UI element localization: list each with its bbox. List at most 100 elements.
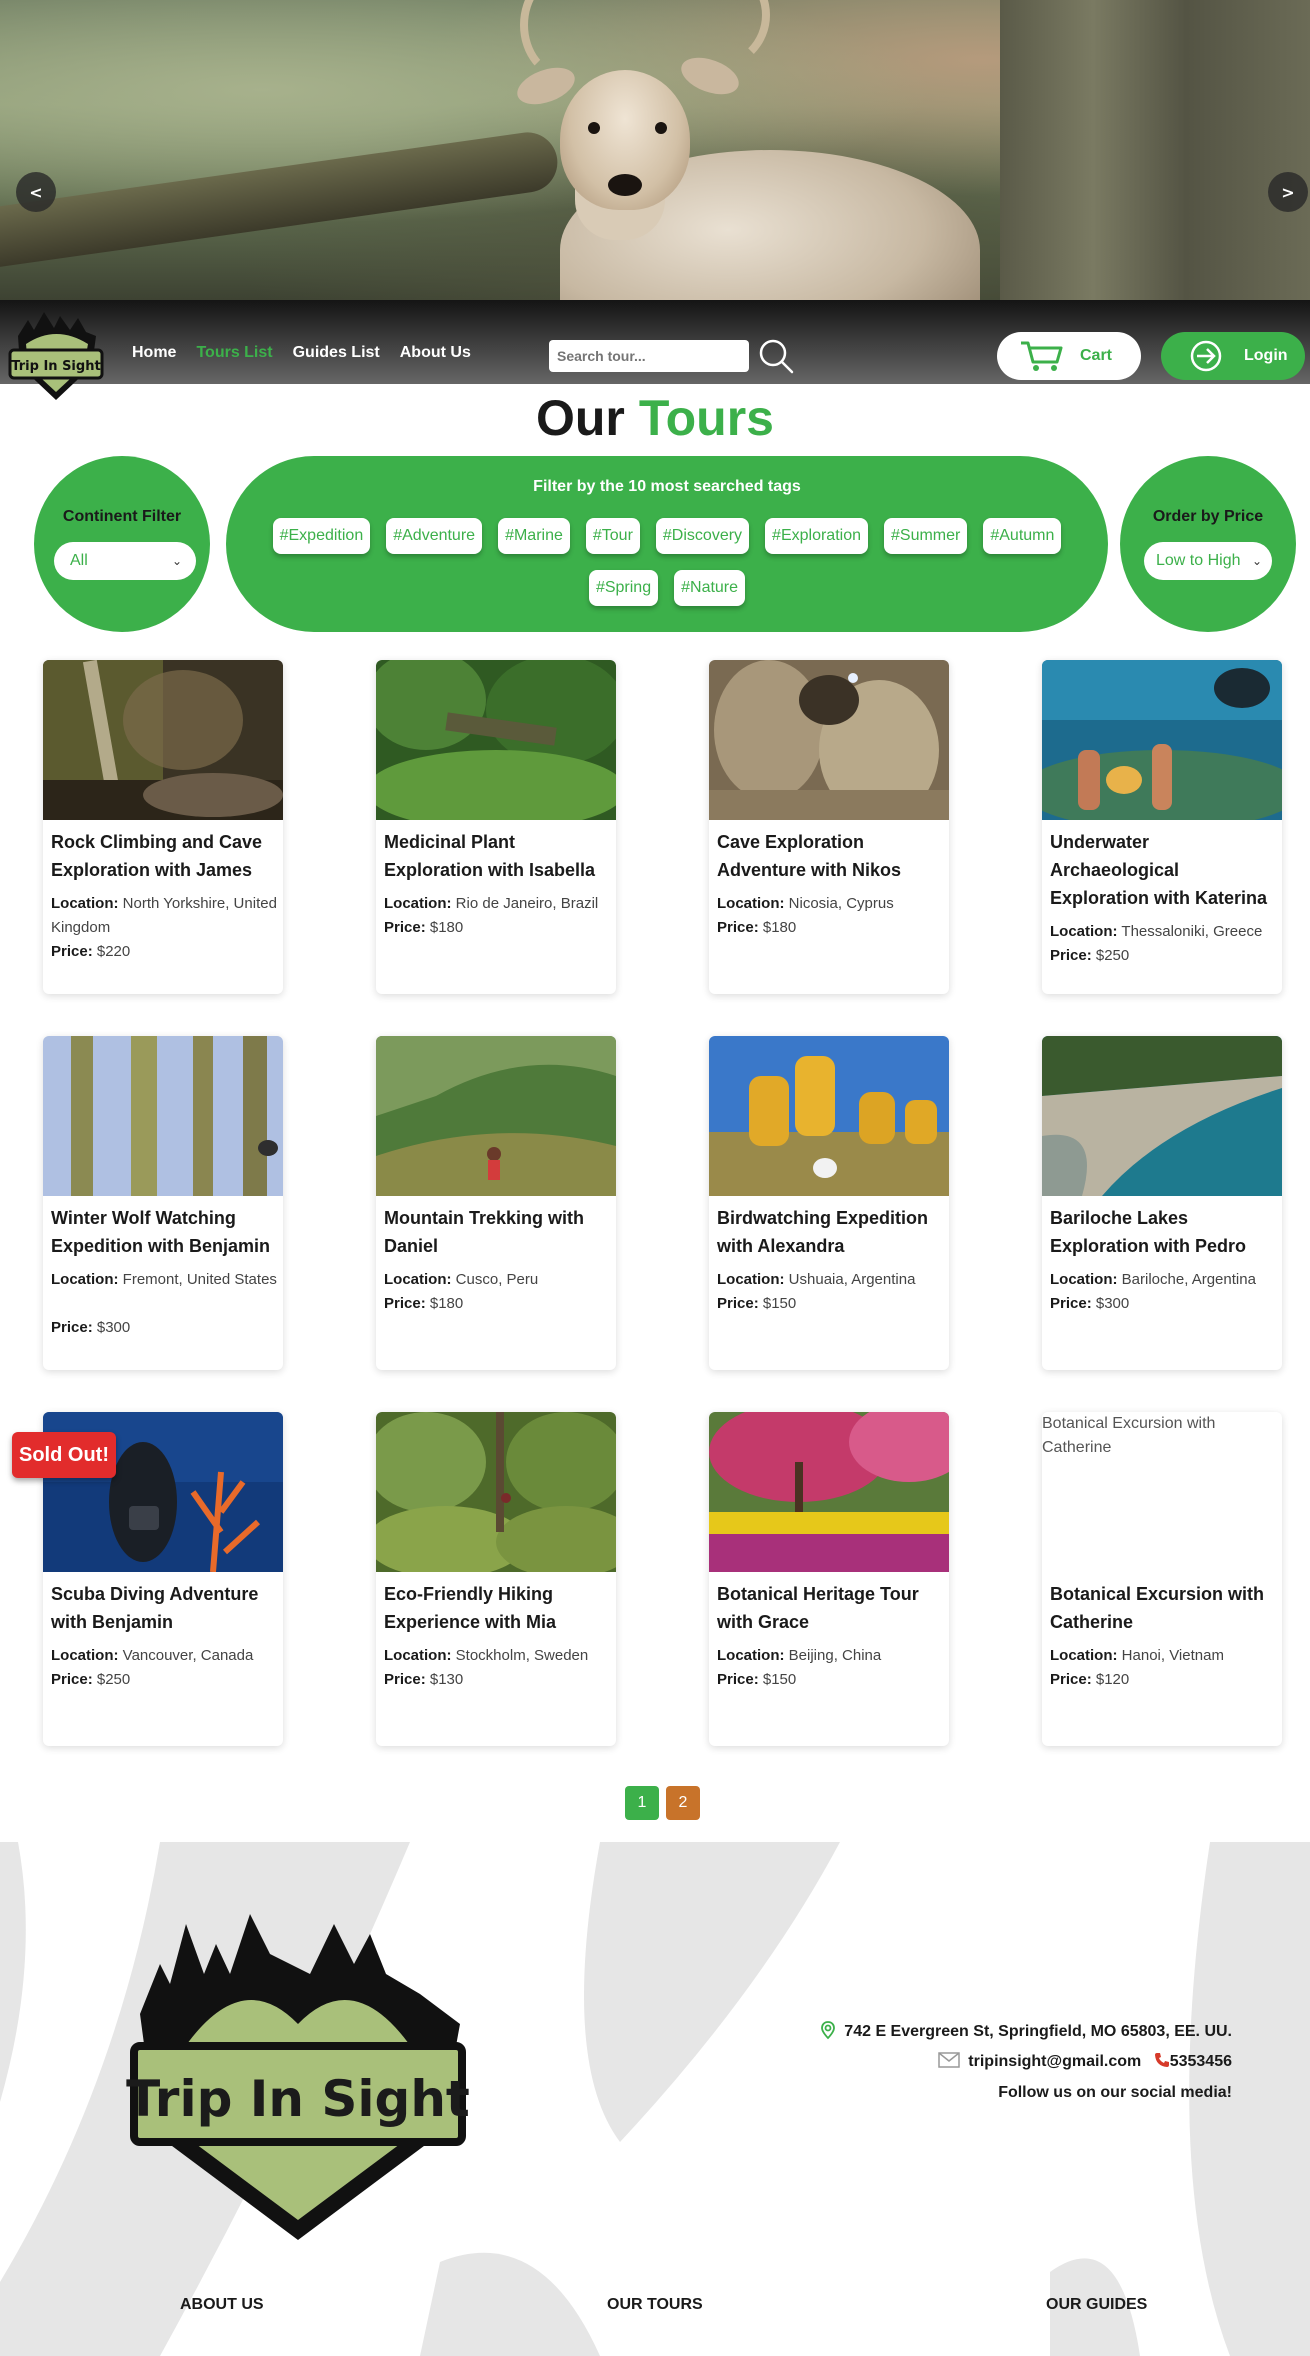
footer-phone: 5353456 [1169, 2053, 1232, 2070]
carousel-next-button[interactable]: > [1268, 172, 1308, 212]
price-order-filter: Order by Price Low to High ⌄ [1120, 456, 1296, 632]
tags-filter-title: Filter by the 10 most searched tags [533, 478, 801, 495]
tour-price: Price: $120 [1050, 1671, 1130, 1688]
tag-summer[interactable]: #Summer [884, 518, 968, 554]
footer-brand-logo: Trip In Sight [126, 1914, 470, 2240]
tour-location: Location: Stockholm, Sweden [384, 1647, 589, 1664]
tag-exploration[interactable]: #Exploration [765, 518, 868, 554]
nav-guides-list[interactable]: Guides List [293, 344, 380, 362]
page-2-button[interactable]: 2 [666, 1786, 700, 1820]
footer-social-text: Follow us on our social media! [998, 2084, 1232, 2101]
tour-title: Cave Exploration Adventure with Nikos [717, 832, 902, 880]
tour-card[interactable]: Botanical Heritage Tour with Grace Locat… [709, 1412, 949, 1746]
tour-location: Location: Ushuaia, Argentina [717, 1271, 916, 1288]
tag-spring[interactable]: #Spring [588, 570, 659, 606]
cart-button[interactable]: Cart [997, 332, 1141, 380]
tag-expedition[interactable]: #Expedition [272, 518, 371, 554]
tag-nature[interactable]: #Nature [674, 570, 746, 606]
tag-adventure[interactable]: #Adventure [386, 518, 483, 554]
price-order-label: Order by Price [1152, 508, 1264, 525]
tour-location: Location: Beijing, China [717, 1647, 882, 1664]
tour-title: Birdwatching Expedition with Alexandra [717, 1208, 929, 1256]
tour-price: Price: $180 [384, 919, 464, 936]
tour-title: Underwater Archaeological Exploration wi… [1050, 832, 1268, 908]
tag-list: #Expedition #Adventure #Marine #Tour #Di… [266, 518, 1068, 606]
tag-autumn[interactable]: #Autumn [983, 518, 1062, 554]
tour-image [1042, 660, 1282, 820]
chevron-down-icon: ⌄ [1251, 554, 1262, 568]
tag-discovery[interactable]: #Discovery [655, 518, 750, 554]
chevron-down-icon: ⌄ [171, 554, 182, 568]
tags-filter-panel: Filter by the 10 most searched tags #Exp… [226, 456, 1108, 632]
tour-image [376, 1036, 616, 1196]
tour-card[interactable]: Winter Wolf Watching Expedition with Ben… [43, 1036, 283, 1370]
tour-card[interactable]: Medicinal Plant Exploration with Isabell… [376, 660, 616, 994]
tour-location: Location: Thessaloniki, Greece [1050, 923, 1263, 940]
tour-title: Botanical Excursion with Catherine [1050, 1584, 1265, 1632]
footer-about-us-link[interactable]: ABOUT US [180, 2296, 264, 2314]
tour-title: Winter Wolf Watching Expedition with Ben… [51, 1208, 271, 1256]
tour-image [376, 660, 616, 820]
nav-home[interactable]: Home [132, 344, 176, 362]
phone-icon [1154, 2053, 1169, 2067]
continent-filter: Continent Filter All ⌄ [34, 456, 210, 632]
tour-card[interactable]: Mountain Trekking with Daniel Location: … [376, 1036, 616, 1370]
footer-address: 742 E Evergreen St, Springfield, MO 6580… [818, 2020, 1232, 2041]
tour-title: Medicinal Plant Exploration with Isabell… [384, 832, 596, 880]
tour-card[interactable]: Birdwatching Expedition with Alexandra L… [709, 1036, 949, 1370]
brand-name: Trip In Sight [11, 359, 100, 374]
tour-title: Bariloche Lakes Exploration with Pedro [1050, 1208, 1247, 1256]
tour-title: Rock Climbing and Cave Exploration with … [51, 832, 263, 880]
image-alt-text: Botanical Excursion with Catherine [1042, 1415, 1216, 1456]
tour-location: Location: Fremont, United States [51, 1271, 277, 1288]
tour-location: Location: Cusco, Peru [384, 1271, 539, 1288]
tour-price: Price: $130 [384, 1671, 464, 1688]
footer-email[interactable]: tripinsight@gmail.com [968, 2053, 1141, 2070]
tour-image-broken: Botanical Excursion with Catherine [1042, 1412, 1282, 1572]
tour-image [43, 1036, 283, 1196]
tour-image [43, 660, 283, 820]
footer-our-tours-link[interactable]: OUR TOURS [607, 2296, 703, 2314]
tour-price: Price: $300 [51, 1319, 131, 1336]
tour-card[interactable]: Cave Exploration Adventure with Nikos Lo… [709, 660, 949, 994]
tour-price: Price: $250 [51, 1671, 131, 1688]
nav-about-us[interactable]: About Us [400, 344, 471, 362]
tour-image [709, 660, 949, 820]
tag-marine[interactable]: #Marine [498, 518, 570, 554]
tour-title: Botanical Heritage Tour with Grace [717, 1584, 919, 1632]
search-input[interactable] [549, 340, 749, 372]
tour-price: Price: $180 [717, 919, 797, 936]
tour-title: Mountain Trekking with Daniel [384, 1208, 585, 1256]
tour-image [1042, 1036, 1282, 1196]
tour-image [376, 1412, 616, 1572]
tour-card[interactable]: Rock Climbing and Cave Exploration with … [43, 660, 283, 994]
mail-icon [938, 2052, 961, 2068]
tour-card[interactable]: Bariloche Lakes Exploration with Pedro L… [1042, 1036, 1282, 1370]
footer: Trip In Sight 742 E Evergreen St, Spring… [0, 1842, 1310, 2356]
tour-card[interactable]: Eco-Friendly Hiking Experience with Mia … [376, 1412, 616, 1746]
footer-our-guides-link[interactable]: OUR GUIDES [1046, 2296, 1147, 2314]
page-title: Our Tours [536, 390, 774, 446]
login-icon [1190, 340, 1222, 372]
nav-tours-list[interactable]: Tours List [196, 344, 272, 362]
tour-image [709, 1036, 949, 1196]
login-button[interactable]: Login [1161, 332, 1305, 380]
tag-tour[interactable]: #Tour [585, 518, 640, 554]
tour-price: Price: $180 [384, 1295, 464, 1312]
tour-card[interactable]: Botanical Excursion with Catherine Botan… [1042, 1412, 1282, 1746]
footer-contact-line: tripinsight@gmail.com 5353456 [938, 2052, 1232, 2071]
search-icon[interactable] [756, 336, 796, 376]
tour-location: Location: Nicosia, Cyprus [717, 895, 894, 912]
cart-icon [1021, 341, 1063, 371]
tour-image [709, 1412, 949, 1572]
cart-label: Cart [1080, 347, 1113, 364]
price-order-select[interactable]: Low to High ⌄ [1144, 542, 1272, 580]
tour-card[interactable]: Underwater Archaeological Exploration wi… [1042, 660, 1282, 994]
continent-select[interactable]: All ⌄ [54, 542, 196, 580]
continent-filter-label: Continent Filter [62, 508, 182, 525]
tour-price: Price: $220 [51, 943, 131, 960]
footer-brand-name: Trip In Sight [126, 2070, 470, 2128]
carousel-prev-button[interactable]: < [16, 172, 56, 212]
hero-carousel [0, 0, 1310, 300]
page-1-button[interactable]: 1 [625, 1786, 659, 1820]
